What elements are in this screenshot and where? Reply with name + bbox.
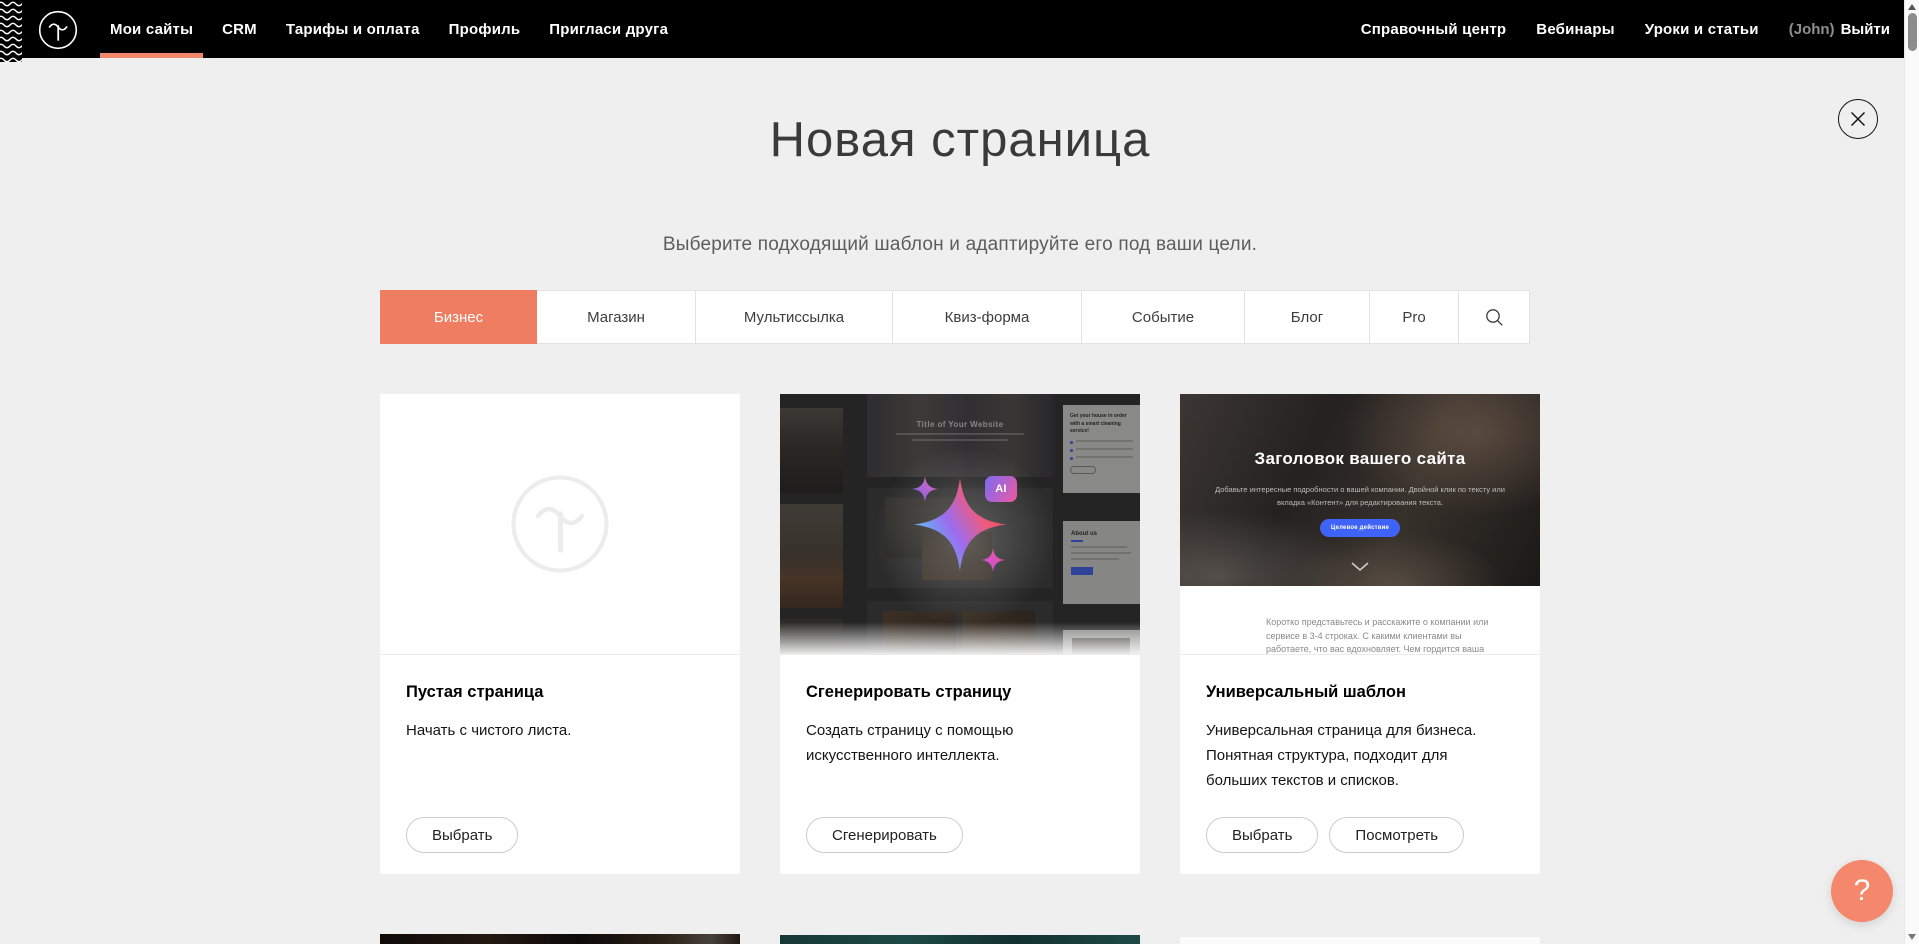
tilda-watermark-icon <box>510 474 610 574</box>
main-menu: Мои сайты CRM Тарифы и оплата Профиль Пр… <box>110 0 668 58</box>
tab-blog[interactable]: Блог <box>1244 290 1370 344</box>
tab-search[interactable] <box>1458 290 1530 344</box>
template-cta-button: Целевое действие <box>1320 519 1400 537</box>
sparkle-small-icon <box>912 476 938 502</box>
template-cards-grid: Пустая страница Начать с чистого листа. … <box>380 394 1540 874</box>
scrollbar-down-arrow-icon[interactable] <box>1908 934 1916 940</box>
nav-item-tariffs[interactable]: Тарифы и оплата <box>286 0 420 58</box>
search-icon <box>1485 308 1504 327</box>
nav-item-profile[interactable]: Профиль <box>449 0 521 58</box>
wave-pattern-decoration <box>0 0 22 62</box>
card-info: Сгенерировать страницу Создать страницу … <box>780 655 1140 874</box>
tab-business[interactable]: Бизнес <box>380 290 537 344</box>
next-row-card-preview[interactable] <box>380 934 740 944</box>
universal-template-preview: Заголовок вашего сайта Добавьте интересн… <box>1180 394 1540 655</box>
screen: Мои сайты CRM Тарифы и оплата Профиль Пр… <box>0 0 1919 944</box>
logout-link[interactable]: (John) Выйти <box>1789 21 1890 38</box>
choose-button[interactable]: Выбрать <box>1206 817 1318 853</box>
scrollbar-up-arrow-icon[interactable] <box>1908 4 1916 10</box>
nav-item-lessons[interactable]: Уроки и статьи <box>1645 21 1759 38</box>
card-info: Пустая страница Начать с чистого листа. … <box>380 655 740 874</box>
ai-preview: Title of Your Website Get your house in … <box>780 394 1140 655</box>
card-universal-template[interactable]: Заголовок вашего сайта Добавьте интересн… <box>1180 394 1540 874</box>
nav-item-crm[interactable]: CRM <box>222 0 257 58</box>
template-hero: Заголовок вашего сайта Добавьте интересн… <box>1180 394 1540 586</box>
secondary-menu: Справочный центр Вебинары Уроки и статьи… <box>1361 0 1890 58</box>
nav-item-invite-friend[interactable]: Пригласи друга <box>549 0 668 58</box>
next-row-card-preview[interactable] <box>780 935 1140 944</box>
nav-item-my-sites[interactable]: Мои сайты <box>110 0 193 58</box>
choose-button[interactable]: Выбрать <box>406 817 518 853</box>
sparkle-small-icon <box>981 548 1005 572</box>
page-subtitle: Выберите подходящий шаблон и адаптируйте… <box>380 234 1540 256</box>
template-category-tabs: Бизнес Магазин Мультиссылка Квиз-форма С… <box>380 290 1537 344</box>
nav-item-webinars[interactable]: Вебинары <box>1536 21 1614 38</box>
template-body-text: Коротко представьтесь и расскажите о ком… <box>1266 616 1508 655</box>
chevron-down-icon <box>1351 562 1369 571</box>
scrollbar-thumb[interactable] <box>1908 13 1917 51</box>
close-button[interactable] <box>1838 99 1878 139</box>
template-body: Коротко представьтесь и расскажите о ком… <box>1180 586 1540 655</box>
page-title: Новая страница <box>380 112 1540 168</box>
generate-button[interactable]: Сгенерировать <box>806 817 963 853</box>
logout-label: Выйти <box>1841 21 1890 38</box>
preview-button[interactable]: Посмотреть <box>1329 817 1464 853</box>
template-hero-title: Заголовок вашего сайта <box>1180 449 1540 469</box>
tab-pro[interactable]: Pro <box>1369 290 1459 344</box>
tab-multilink[interactable]: Мультиссылка <box>695 290 893 344</box>
tilda-logo-icon[interactable] <box>38 10 78 50</box>
card-ai-generate[interactable]: Title of Your Website Get your house in … <box>780 394 1140 874</box>
close-icon <box>1850 111 1866 127</box>
ai-badge: AI <box>985 476 1017 502</box>
card-title: Сгенерировать страницу <box>806 683 1114 702</box>
top-navbar: Мои сайты CRM Тарифы и оплата Профиль Пр… <box>0 0 1919 58</box>
next-row-card-preview[interactable] <box>1180 937 1540 944</box>
user-name: (John) <box>1789 21 1835 38</box>
card-description: Универсальная страница для бизнеса. Поня… <box>1206 719 1511 793</box>
card-description: Начать с чистого листа. <box>406 719 714 744</box>
card-blank-page[interactable]: Пустая страница Начать с чистого листа. … <box>380 394 740 874</box>
nav-item-help-center[interactable]: Справочный центр <box>1361 21 1507 38</box>
card-description: Создать страницу с помощью искусственног… <box>806 719 1031 769</box>
tab-event[interactable]: Событие <box>1081 290 1245 344</box>
template-hero-subtitle: Добавьте интересные подробности о вашей … <box>1210 484 1510 510</box>
tab-quiz-form[interactable]: Квиз-форма <box>892 290 1082 344</box>
ai-template-mosaic: Title of Your Website Get your house in … <box>780 394 1140 654</box>
card-info: Универсальный шаблон Универсальная стран… <box>1180 655 1540 874</box>
blank-page-preview <box>380 394 740 655</box>
tab-store[interactable]: Магазин <box>536 290 696 344</box>
help-button[interactable]: ? <box>1831 860 1893 922</box>
card-title: Универсальный шаблон <box>1206 683 1514 702</box>
card-title: Пустая страница <box>406 683 714 702</box>
scrollbar[interactable] <box>1904 0 1919 944</box>
